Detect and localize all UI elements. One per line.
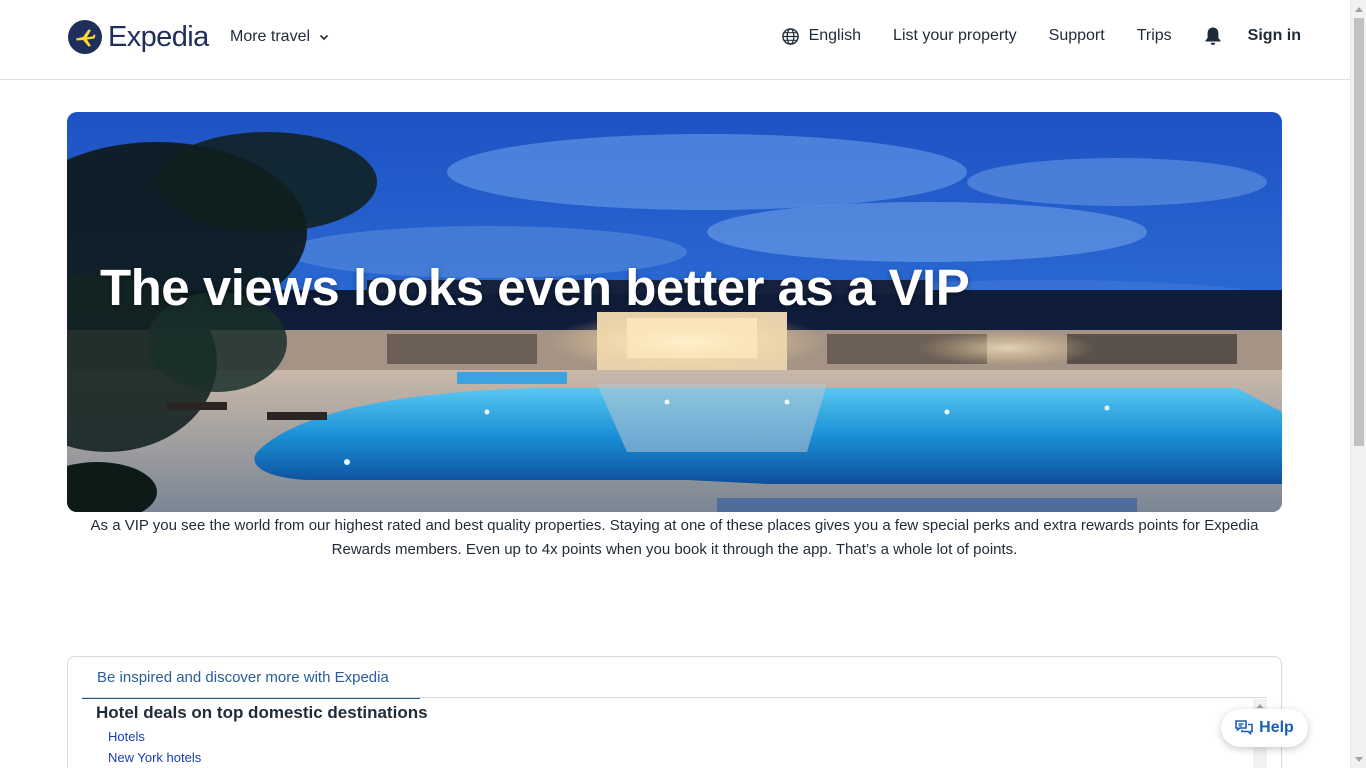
vip-hero-banner: The views looks even better as a VIP	[67, 112, 1282, 512]
header-nav: English List your property Support Trips…	[781, 26, 1301, 46]
scroll-up-arrow-icon[interactable]	[1351, 0, 1366, 17]
plane-logo-icon	[68, 20, 102, 54]
tab-be-inspired[interactable]: Be inspired and discover more with Exped…	[82, 657, 420, 699]
scroll-down-arrow-icon[interactable]	[1351, 751, 1366, 768]
page-scrollbar[interactable]	[1350, 0, 1366, 768]
tab-divider	[82, 697, 1267, 698]
vip-description: As a VIP you see the world from our high…	[90, 517, 1259, 558]
support-link[interactable]: Support	[1049, 27, 1105, 45]
logo-text: Expedia	[108, 20, 209, 53]
bell-icon	[1205, 27, 1221, 45]
hero-title: The views looks even better as a VIP	[100, 259, 970, 316]
list-property-link[interactable]: List your property	[893, 27, 1017, 45]
globe-icon	[781, 27, 799, 45]
link-new-york-hotels[interactable]: New York hotels	[108, 750, 201, 768]
more-travel-menu[interactable]: More travel	[230, 28, 330, 46]
language-selector[interactable]: English	[781, 27, 861, 46]
help-button[interactable]: Help	[1221, 709, 1308, 747]
chevron-down-icon	[319, 34, 329, 41]
discover-card: Be inspired and discover more with Exped…	[67, 656, 1282, 768]
section-title: Hotel deals on top domestic destinations	[96, 703, 428, 722]
help-label: Help	[1259, 719, 1294, 736]
notifications-button[interactable]	[1204, 26, 1222, 46]
more-travel-label: More travel	[230, 28, 311, 45]
destination-links: Hotels New York hotels	[108, 729, 201, 768]
chat-icon	[1235, 720, 1253, 736]
site-header: Expedia More travel English List your pr…	[0, 0, 1350, 80]
language-label: English	[808, 27, 862, 44]
link-hotels[interactable]: Hotels	[108, 729, 201, 750]
expedia-logo[interactable]: Expedia	[68, 20, 209, 54]
trips-link[interactable]: Trips	[1137, 27, 1172, 45]
sign-in-button[interactable]: Sign in	[1248, 27, 1301, 45]
scrollbar-thumb[interactable]	[1354, 18, 1364, 446]
